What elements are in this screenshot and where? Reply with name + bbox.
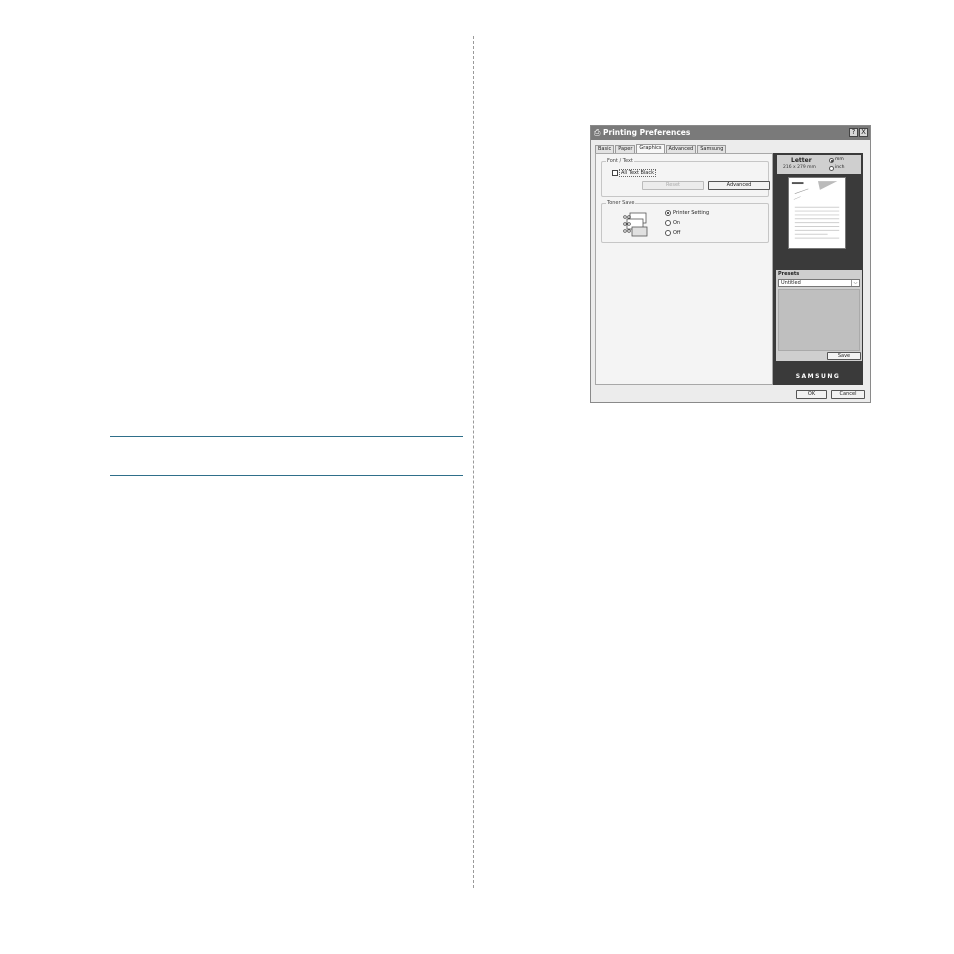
- toner-save-group-label: Toner Save: [606, 200, 636, 206]
- title-bar[interactable]: ⎙ Printing Preferences ? X: [591, 126, 870, 140]
- dialog-title: Printing Preferences: [603, 128, 691, 137]
- cancel-button[interactable]: Cancel: [831, 390, 865, 399]
- advanced-button[interactable]: Advanced: [708, 181, 770, 190]
- unit-inch-option[interactable]: inch: [829, 165, 844, 171]
- unit-mm-option[interactable]: mm: [829, 157, 844, 163]
- page-column-divider: [473, 36, 474, 888]
- unit-mm-radio[interactable]: [829, 157, 834, 163]
- toner-off-label[interactable]: Off: [673, 230, 680, 236]
- all-text-black-label[interactable]: All Text Black: [619, 169, 657, 177]
- tab-paper[interactable]: Paper: [615, 145, 636, 153]
- presets-box: Presets Untitled ⌵ Save: [776, 270, 862, 361]
- page-preview-image: [788, 177, 846, 249]
- tab-advanced[interactable]: Advanced: [665, 145, 697, 153]
- tab-strip: Basic Paper Graphics Advanced Samsung: [595, 144, 727, 153]
- tab-samsung[interactable]: Samsung: [697, 145, 727, 153]
- toner-on-label[interactable]: On: [673, 220, 680, 226]
- toner-save-group: Toner Save Printer Setting On Off: [601, 200, 769, 243]
- samsung-logo: SAMSUNG: [795, 373, 841, 380]
- toner-save-icon: [623, 212, 648, 237]
- presets-description-area: [778, 289, 860, 351]
- paper-name: Letter: [791, 157, 812, 164]
- preview-side-panel: Letter 216 x 279 mm mm inch Presets Unti…: [773, 153, 863, 385]
- toner-printer-setting-option[interactable]: Printer Setting: [665, 210, 709, 216]
- help-button[interactable]: ?: [849, 128, 858, 137]
- presets-selected-value: Untitled: [781, 280, 801, 286]
- toner-printer-setting-radio[interactable]: [665, 210, 671, 216]
- toner-on-option[interactable]: On: [665, 220, 680, 226]
- all-text-black-option[interactable]: All Text Black: [612, 169, 657, 177]
- presets-dropdown[interactable]: Untitled ⌵: [778, 279, 860, 287]
- note-rule-bottom: [110, 475, 463, 476]
- chevron-down-icon[interactable]: ⌵: [851, 280, 859, 286]
- printing-preferences-dialog: ⎙ Printing Preferences ? X Basic Paper G…: [590, 125, 871, 403]
- save-preset-button[interactable]: Save: [827, 352, 861, 360]
- note-rule-top: [110, 436, 463, 437]
- reset-button[interactable]: Reset: [642, 181, 704, 190]
- toner-on-radio[interactable]: [665, 220, 671, 226]
- font-text-group: Font / Text All Text Black Reset Advance…: [601, 158, 770, 197]
- unit-inch-label[interactable]: inch: [835, 165, 844, 171]
- tab-basic[interactable]: Basic: [595, 145, 615, 153]
- font-text-group-label: Font / Text: [606, 158, 634, 164]
- ok-button[interactable]: OK: [796, 390, 827, 399]
- toner-printer-setting-label[interactable]: Printer Setting: [673, 210, 709, 216]
- printer-icon: ⎙: [594, 128, 601, 137]
- unit-mm-label[interactable]: mm: [835, 157, 844, 163]
- close-button[interactable]: X: [859, 128, 868, 137]
- paper-size: 216 x 279 mm: [783, 165, 816, 170]
- graphics-tab-panel: Font / Text All Text Black Reset Advance…: [595, 153, 773, 385]
- presets-label: Presets: [778, 271, 800, 277]
- unit-inch-radio[interactable]: [829, 165, 834, 171]
- toner-off-option[interactable]: Off: [665, 230, 680, 236]
- paper-info-box: Letter 216 x 279 mm mm inch: [777, 155, 861, 174]
- toner-off-radio[interactable]: [665, 230, 671, 236]
- tab-graphics[interactable]: Graphics: [636, 144, 665, 153]
- all-text-black-checkbox[interactable]: [612, 170, 618, 176]
